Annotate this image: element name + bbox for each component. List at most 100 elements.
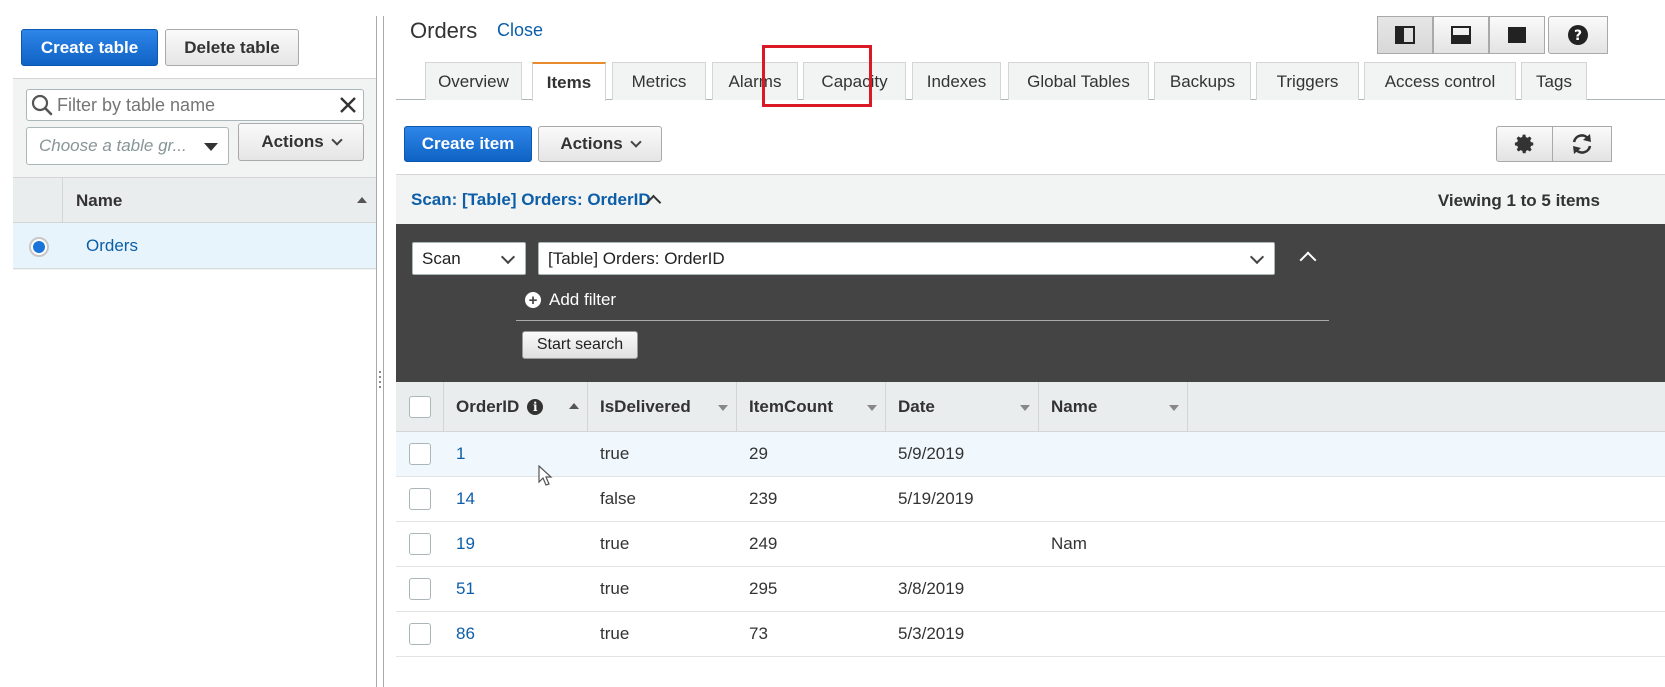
table-row[interactable]: 19 true 249 Nam — [396, 522, 1665, 567]
tab-items[interactable]: Items — [532, 62, 606, 101]
table-row[interactable]: 14 false 239 5/19/2019 — [396, 477, 1665, 522]
isdelivered-cell: false — [600, 489, 636, 508]
delete-table-button[interactable]: Delete table — [165, 29, 299, 66]
scan-target-value: [Table] Orders: OrderID — [548, 248, 725, 268]
layout-bottom-button[interactable] — [1433, 16, 1489, 54]
row-select-cell — [396, 522, 444, 566]
column-header-itemcount[interactable]: ItemCount — [737, 382, 886, 431]
layout-full-button[interactable] — [1489, 16, 1545, 54]
column-label: Name — [1051, 396, 1098, 416]
orderid-link[interactable]: 14 — [456, 477, 475, 521]
left-actions-label: Actions — [261, 132, 324, 151]
select-all-checkbox[interactable] — [408, 395, 431, 418]
table-row[interactable]: 86 true 73 5/3/2019 — [396, 612, 1665, 657]
left-actions-button[interactable]: Actions — [238, 123, 364, 161]
row-checkbox[interactable] — [409, 578, 431, 600]
date-cell: 5/19/2019 — [898, 489, 974, 508]
name-cell: Nam — [1051, 534, 1087, 553]
tab-tags[interactable]: Tags — [1521, 62, 1587, 100]
mouse-pointer-icon — [538, 465, 553, 486]
tab-overview[interactable]: Overview — [425, 62, 522, 100]
row-select-cell — [396, 567, 444, 611]
items-table-header: OrderID i IsDelivered ItemCount Date Nam… — [396, 382, 1665, 432]
layout-bottom-icon — [1451, 26, 1471, 44]
tab-bar: Overview Items Metrics Alarms Capacity I… — [396, 62, 1665, 101]
tab-backups[interactable]: Backups — [1154, 62, 1251, 100]
help-icon: ? — [1568, 25, 1588, 45]
tab-triggers[interactable]: Triggers — [1256, 62, 1359, 100]
sort-menu-icon — [1020, 405, 1030, 411]
items-actions-button[interactable]: Actions — [538, 126, 662, 162]
collapse-panel-icon[interactable] — [1299, 251, 1317, 269]
help-button[interactable]: ? — [1548, 16, 1608, 54]
itemcount-cell: 73 — [749, 624, 768, 643]
splitter-grip-icon[interactable] — [377, 368, 383, 394]
layout-full-icon — [1508, 27, 1526, 43]
orderid-link[interactable]: 86 — [456, 612, 475, 656]
create-table-button[interactable]: Create table — [21, 29, 158, 66]
create-item-button[interactable]: Create item — [404, 126, 532, 162]
scan-target-select[interactable]: [Table] Orders: OrderID — [538, 242, 1275, 275]
table-row[interactable]: 1 true 29 5/9/2019 — [396, 432, 1665, 477]
table-group-placeholder: Choose a table gr... — [39, 136, 187, 155]
capacity-tab-highlight — [762, 45, 872, 107]
column-header-date[interactable]: Date — [886, 382, 1039, 431]
table-radio[interactable] — [29, 237, 49, 257]
itemcount-cell: 239 — [749, 489, 778, 508]
start-search-button[interactable]: Start search — [522, 331, 638, 359]
tab-metrics[interactable]: Metrics — [612, 62, 706, 100]
scan-mode-value: Scan — [422, 248, 461, 268]
close-link[interactable]: Close — [497, 20, 543, 41]
sort-menu-icon — [718, 405, 728, 411]
column-header-name[interactable]: Name — [1039, 382, 1188, 431]
isdelivered-cell: true — [600, 444, 630, 463]
filter-input[interactable] — [57, 94, 333, 116]
chevron-down-icon — [331, 134, 343, 146]
table-name-link[interactable]: Orders — [86, 236, 138, 256]
date-cell: 5/3/2019 — [898, 624, 965, 643]
table-row-orders[interactable]: Orders — [13, 223, 377, 269]
tab-indexes[interactable]: Indexes — [912, 62, 1001, 100]
scan-query-panel: Scan [Table] Orders: OrderID + Add filte… — [396, 224, 1665, 382]
info-icon[interactable]: i — [527, 398, 544, 415]
scan-summary-bar: Scan: [Table] Orders: OrderID Viewing 1 … — [396, 174, 1665, 224]
layout-side-button[interactable] — [1377, 16, 1433, 54]
row-checkbox[interactable] — [409, 488, 431, 510]
items-table: OrderID i IsDelivered ItemCount Date Nam… — [396, 382, 1665, 657]
column-label: Date — [898, 396, 935, 416]
items-actions-label: Actions — [560, 134, 623, 153]
row-checkbox[interactable] — [409, 623, 431, 645]
pane-splitter[interactable] — [376, 16, 384, 687]
row-checkbox[interactable] — [409, 443, 431, 465]
scan-mode-select[interactable]: Scan — [412, 242, 526, 275]
add-filter-link[interactable]: + Add filter — [525, 290, 616, 310]
tab-access-control[interactable]: Access control — [1364, 62, 1516, 100]
orderid-link[interactable]: 51 — [456, 567, 475, 611]
column-header-isdelivered[interactable]: IsDelivered — [588, 382, 737, 431]
name-header-label: Name — [76, 191, 123, 210]
scan-summary-title[interactable]: Scan: [Table] Orders: OrderID — [411, 190, 651, 210]
sort-ascending-icon — [357, 197, 367, 203]
itemcount-cell: 295 — [749, 579, 778, 598]
svg-text:?: ? — [1574, 28, 1582, 44]
column-header-orderid[interactable]: OrderID i — [444, 382, 588, 431]
viewing-count: Viewing 1 to 5 items — [1437, 191, 1600, 210]
clear-filter-icon[interactable] — [333, 90, 363, 120]
settings-button[interactable] — [1496, 126, 1553, 162]
itemcount-cell: 249 — [749, 534, 778, 553]
row-checkbox[interactable] — [409, 533, 431, 555]
orderid-link[interactable]: 19 — [456, 522, 475, 566]
sort-menu-icon — [1169, 405, 1179, 411]
itemcount-cell: 29 — [749, 444, 768, 463]
column-divider — [62, 178, 63, 224]
table-group-select[interactable]: Choose a table gr... — [26, 127, 229, 165]
orderid-link[interactable]: 1 — [456, 432, 465, 476]
sort-ascending-icon — [569, 403, 579, 409]
table-row[interactable]: 51 true 295 3/8/2019 — [396, 567, 1665, 612]
chevron-down-icon — [500, 249, 516, 265]
page-title: Orders — [410, 18, 478, 43]
refresh-button[interactable] — [1552, 126, 1612, 162]
tab-global-tables[interactable]: Global Tables — [1008, 62, 1149, 100]
name-column-header[interactable]: Name — [13, 177, 377, 224]
date-cell: 3/8/2019 — [898, 579, 965, 598]
